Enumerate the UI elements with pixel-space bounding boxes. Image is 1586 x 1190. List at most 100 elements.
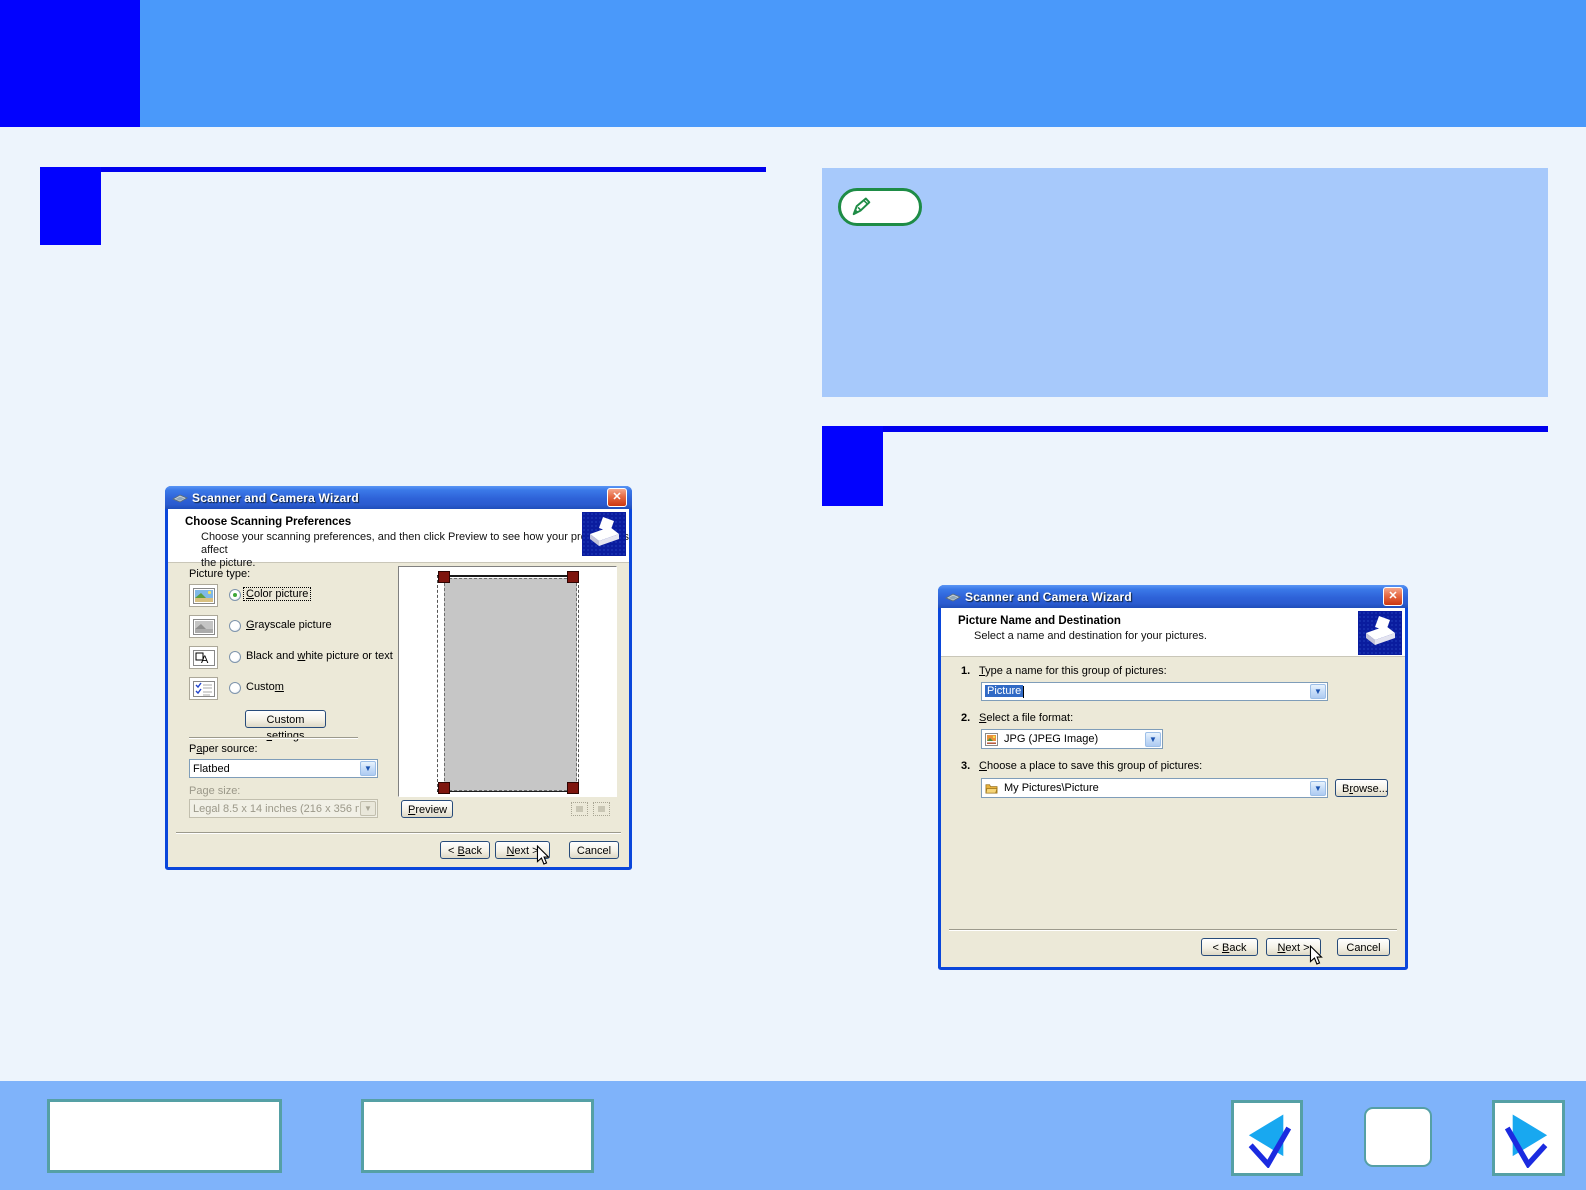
scanner-app-icon — [945, 589, 961, 605]
wizard-body: Picture type: Color picture Grayscale pi… — [168, 562, 629, 867]
cancel-button[interactable]: Cancel — [1337, 938, 1390, 956]
option-label-custom[interactable]: Custom — [246, 681, 284, 693]
paper-source-select[interactable]: Flatbed ▼ — [189, 759, 378, 778]
wizard-heading: Choose Scanning Preferences — [185, 516, 351, 528]
back-arrow-icon — [1238, 1108, 1296, 1168]
scanner-app-icon — [172, 490, 188, 506]
step1-number-block — [40, 167, 101, 245]
option-label-black-white[interactable]: Black and white picture or text — [246, 650, 393, 662]
header-band — [0, 0, 1586, 127]
radio-grayscale-picture[interactable] — [229, 620, 241, 632]
picture-type-label: Picture type: — [189, 568, 250, 580]
option-label-color-picture[interactable]: Color picture — [244, 588, 310, 600]
jpg-file-icon — [985, 733, 998, 746]
step-number: 3. — [961, 760, 970, 772]
note-badge — [838, 188, 922, 226]
page-size-select: Legal 8.5 x 14 inches (216 x 356 mm) ▼ — [189, 799, 378, 818]
step-number: 1. — [961, 665, 970, 677]
step1-divider-line — [40, 167, 766, 172]
back-button[interactable]: < Back — [1201, 938, 1258, 956]
custom-settings-icon — [189, 677, 218, 700]
grayscale-picture-icon — [189, 615, 218, 638]
color-picture-icon — [189, 584, 218, 607]
scanner-wizard-dialog-preferences: Scanner and Camera Wizard ✕ Choose Scann… — [165, 486, 632, 870]
step2-divider-line — [822, 426, 1548, 432]
paper-source-value: Flatbed — [190, 763, 359, 775]
radio-color-picture[interactable] — [229, 589, 241, 601]
location-step-label: Choose a place to save this group of pic… — [979, 760, 1202, 772]
location-combobox[interactable]: My Pictures\Picture ▼ — [981, 778, 1328, 798]
header-accent-block — [0, 0, 140, 127]
mouse-cursor-icon — [536, 845, 550, 866]
name-combobox[interactable]: Picture ▼ — [981, 682, 1328, 701]
selection-handle[interactable] — [567, 571, 579, 583]
svg-text:A: A — [201, 654, 209, 666]
dialog-titlebar[interactable]: Scanner and Camera Wizard ✕ — [165, 486, 632, 509]
folder-icon — [985, 782, 998, 795]
dialog-title: Scanner and Camera Wizard — [965, 590, 1383, 604]
format-step-label: Select a file format: — [979, 712, 1073, 724]
radio-custom[interactable] — [229, 682, 241, 694]
chevron-down-icon: ▼ — [360, 801, 376, 816]
forward-arrow-icon — [1500, 1108, 1558, 1168]
manual-page: Scanner and Camera Wizard ✕ Choose Scann… — [0, 0, 1586, 1190]
custom-settings-button[interactable]: Custom settings — [245, 710, 326, 728]
close-button[interactable]: ✕ — [1383, 587, 1403, 606]
dialog-title: Scanner and Camera Wizard — [192, 491, 607, 505]
page-number-box[interactable] — [1364, 1107, 1432, 1167]
step-number: 2. — [961, 712, 970, 724]
show-entire-image-icon[interactable] — [593, 802, 610, 816]
close-icon: ✕ — [1388, 590, 1397, 602]
selection-handle[interactable] — [567, 782, 579, 794]
name-step-label: Type a name for this group of pictures: — [979, 665, 1167, 677]
footer-divider — [176, 832, 621, 834]
next-page-button[interactable] — [1492, 1100, 1565, 1176]
black-and-white-icon: A — [189, 646, 218, 669]
radio-black-white[interactable] — [229, 651, 241, 663]
format-combobox[interactable]: JPG (JPEG Image) ▼ — [981, 729, 1163, 749]
preview-button[interactable]: Preview — [401, 800, 453, 818]
contents-button[interactable] — [47, 1099, 282, 1173]
close-button[interactable]: ✕ — [607, 488, 627, 507]
selection-handle[interactable] — [438, 571, 450, 583]
close-icon: ✕ — [612, 491, 621, 503]
selected-text: Picture — [985, 685, 1023, 697]
note-box — [822, 168, 1548, 397]
chevron-down-icon[interactable]: ▼ — [1145, 732, 1161, 747]
wizard-header: Choose Scanning Preferences Choose your … — [168, 509, 629, 563]
wizard-heading: Picture Name and Destination — [958, 615, 1121, 627]
location-value: My Pictures\Picture — [1001, 782, 1309, 794]
name-value: Picture — [982, 685, 1309, 697]
pencil-icon — [847, 194, 873, 220]
wizard-header: Picture Name and Destination Select a na… — [941, 608, 1405, 657]
section-divider — [189, 737, 358, 739]
mouse-cursor-icon — [1309, 945, 1323, 966]
enlarge-selection-icon[interactable] — [571, 802, 588, 816]
page-size-label: Page size: — [189, 785, 240, 797]
description-line: Choose your scanning preferences, and th… — [201, 531, 629, 556]
option-label-grayscale-picture[interactable]: Grayscale picture — [246, 619, 332, 631]
back-button[interactable]: < Back — [440, 841, 490, 859]
page-size-value: Legal 8.5 x 14 inches (216 x 356 mm) — [190, 803, 359, 815]
wizard-icon — [1358, 611, 1402, 655]
cancel-button[interactable]: Cancel — [569, 841, 619, 859]
index-button[interactable] — [361, 1099, 594, 1173]
step2-number-block — [822, 426, 883, 506]
footer-divider — [949, 929, 1397, 931]
text-caret — [1023, 686, 1024, 698]
wizard-description: Select a name and destination for your p… — [974, 630, 1207, 643]
chevron-down-icon[interactable]: ▼ — [1310, 781, 1326, 796]
scan-preview-region[interactable] — [444, 578, 577, 791]
previous-page-button[interactable] — [1231, 1100, 1303, 1176]
format-value: JPG (JPEG Image) — [1001, 733, 1144, 745]
chevron-down-icon[interactable]: ▼ — [360, 761, 376, 776]
scanner-wizard-dialog-name-destination: Scanner and Camera Wizard ✕ Picture Name… — [938, 585, 1408, 970]
wizard-icon — [582, 512, 626, 556]
browse-button[interactable]: Browse... — [1335, 779, 1388, 797]
paper-source-label: Paper source: — [189, 743, 258, 755]
wizard-body: 1. Type a name for this group of picture… — [941, 656, 1405, 967]
dialog-titlebar[interactable]: Scanner and Camera Wizard ✕ — [938, 585, 1408, 608]
selection-handle[interactable] — [438, 782, 450, 794]
preview-pane — [398, 566, 617, 797]
chevron-down-icon[interactable]: ▼ — [1310, 684, 1326, 699]
